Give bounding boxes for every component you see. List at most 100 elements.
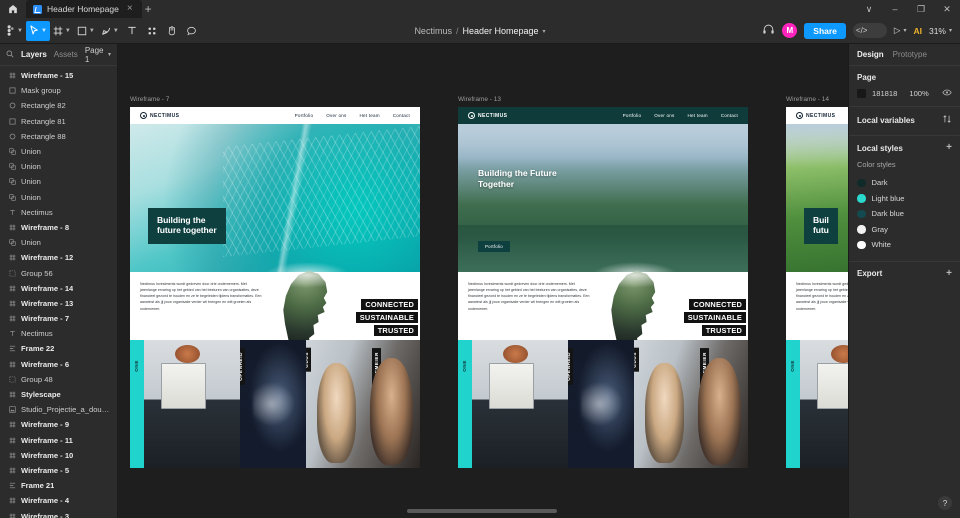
page-color-swatch[interactable] — [857, 89, 866, 98]
ai-button[interactable]: AI — [913, 26, 922, 36]
eye-icon[interactable] — [942, 89, 952, 98]
move-tool[interactable]: ▼ — [26, 21, 50, 41]
site-nav-link[interactable]: Portfolio — [623, 113, 642, 118]
present-button[interactable]: ▷ ▾ — [894, 25, 907, 36]
variables-icon[interactable] — [942, 114, 952, 127]
chevron-down-icon[interactable]: ∨ — [856, 0, 882, 18]
tab-design[interactable]: Design — [857, 50, 884, 59]
layer-row[interactable]: Union — [0, 190, 117, 205]
new-tab-button[interactable]: + — [142, 0, 155, 18]
layer-row[interactable]: Wireframe - 15 — [0, 68, 117, 83]
site-nav-link[interactable]: Het team — [360, 113, 380, 118]
color-style-swatch[interactable] — [857, 179, 866, 188]
layer-row[interactable]: Frame 21 — [0, 478, 117, 493]
layer-row[interactable]: Union — [0, 144, 117, 159]
breadcrumb-file[interactable]: Header Homepage — [462, 26, 538, 36]
hero-cta-button[interactable]: Portfolio — [478, 241, 510, 252]
comment-tool[interactable] — [182, 21, 202, 41]
close-tab-icon[interactable]: × — [124, 4, 136, 14]
layer-row[interactable]: Nectimus — [0, 205, 117, 220]
zoom-control[interactable]: 31% ▾ — [929, 26, 952, 36]
site-nav-link[interactable]: Over ons — [326, 113, 346, 118]
layer-row[interactable]: Group 48 — [0, 372, 117, 387]
tab-prototype[interactable]: Prototype — [893, 50, 927, 59]
search-icon[interactable] — [6, 50, 14, 60]
page-color-opacity[interactable]: 100% — [909, 89, 928, 98]
frame-tool[interactable]: ▼ — [50, 21, 74, 41]
tab-assets[interactable]: Assets — [54, 50, 78, 59]
share-button[interactable]: Share — [804, 23, 846, 39]
canvas-frame[interactable]: Wireframe - 13 NECTIMUS PortfolioOver on… — [458, 96, 748, 468]
layer-row[interactable]: Nectimus — [0, 326, 117, 341]
site-nav-link[interactable]: Contact — [721, 113, 738, 118]
layer-row[interactable]: Wireframe - 14 — [0, 281, 117, 296]
layer-row[interactable]: Stylescape — [0, 387, 117, 402]
site-nav-link[interactable]: Over ons — [654, 113, 674, 118]
components-icon[interactable] — [142, 21, 162, 41]
color-style-swatch[interactable] — [857, 194, 866, 203]
layer-row[interactable]: Rectangle 88 — [0, 129, 117, 144]
layer-row[interactable]: Union — [0, 159, 117, 174]
avatar[interactable]: M — [782, 23, 797, 38]
chevron-down-icon[interactable]: ▾ — [543, 28, 546, 35]
color-style-row[interactable]: Dark — [857, 175, 952, 191]
horizontal-scrollbar-thumb[interactable] — [407, 509, 557, 513]
color-style-row[interactable]: White — [857, 237, 952, 253]
breadcrumb-project[interactable]: Nectimus — [414, 26, 452, 36]
layer-row[interactable]: Rectangle 82 — [0, 98, 117, 113]
layer-row[interactable]: Wireframe - 11 — [0, 433, 117, 448]
close-window-button[interactable]: ✕ — [934, 0, 960, 18]
frame-label[interactable]: Wireframe - 14 — [786, 96, 848, 104]
pen-tool[interactable]: ▼ — [98, 21, 122, 41]
layer-row[interactable]: Mask group — [0, 83, 117, 98]
layer-row[interactable]: Frame 22 — [0, 341, 117, 356]
color-style-swatch[interactable] — [857, 210, 866, 219]
hand-tool[interactable] — [162, 21, 182, 41]
site-nav-link[interactable]: Portfolio — [295, 113, 314, 118]
color-style-row[interactable]: Light blue — [857, 191, 952, 207]
shape-tool[interactable]: ▼ — [74, 21, 98, 41]
headphones-icon[interactable] — [762, 22, 775, 40]
frame-label[interactable]: Wireframe - 7 — [130, 96, 420, 104]
layer-row[interactable]: Wireframe - 8 — [0, 220, 117, 235]
frame-label[interactable]: Wireframe - 13 — [458, 96, 748, 104]
site-nav-link[interactable]: Het team — [688, 113, 708, 118]
layer-row[interactable]: Wireframe - 6 — [0, 357, 117, 372]
horizontal-scrollbar[interactable] — [0, 506, 848, 516]
layer-row[interactable]: Wireframe - 9 — [0, 417, 117, 432]
text-tool[interactable] — [122, 21, 142, 41]
layer-row[interactable]: Studio_Projectie_a_double_exposu... — [0, 402, 117, 417]
design-canvas[interactable]: Wireframe - 7 NECTIMUS PortfolioOver ons… — [118, 44, 848, 518]
tab-layers[interactable]: Layers — [21, 50, 47, 59]
home-icon[interactable] — [0, 0, 26, 18]
canvas-frame[interactable]: Wireframe - 7 NECTIMUS PortfolioOver ons… — [130, 96, 420, 468]
page-color-hex[interactable]: 181818 — [872, 89, 897, 98]
layers-list[interactable]: Wireframe - 15Mask groupRectangle 82Rect… — [0, 66, 117, 518]
maximize-button[interactable]: ❐ — [908, 0, 934, 18]
help-button[interactable]: ? — [938, 496, 952, 510]
layer-row[interactable]: Wireframe - 5 — [0, 463, 117, 478]
add-export-button[interactable]: + — [946, 269, 952, 279]
color-style-row[interactable]: Dark blue — [857, 206, 952, 222]
main-menu-tool[interactable]: ▼ — [3, 21, 26, 41]
color-style-row[interactable]: Gray — [857, 222, 952, 238]
local-variables-section[interactable]: Local variables — [849, 107, 960, 136]
layer-row[interactable]: Group 56 — [0, 265, 117, 280]
dev-mode-toggle[interactable]: </> — [853, 23, 887, 38]
color-style-swatch[interactable] — [857, 225, 866, 234]
canvas-frame[interactable]: Wireframe - 14 NECTIMUS PortfolioOver on… — [786, 96, 848, 468]
site-nav-link[interactable]: Contact — [393, 113, 410, 118]
layer-row[interactable]: Wireframe - 7 — [0, 311, 117, 326]
layer-row[interactable]: Rectangle 81 — [0, 114, 117, 129]
color-style-swatch[interactable] — [857, 241, 866, 250]
minimize-button[interactable]: – — [882, 0, 908, 18]
layer-row[interactable]: Union — [0, 235, 117, 250]
add-style-button[interactable]: + — [946, 143, 952, 153]
layer-row[interactable]: Wireframe - 10 — [0, 448, 117, 463]
export-section[interactable]: Export + — [849, 262, 960, 287]
layer-row[interactable]: Wireframe - 13 — [0, 296, 117, 311]
document-tab[interactable]: Header Homepage × — [26, 0, 142, 18]
layer-row[interactable]: Union — [0, 174, 117, 189]
page-selector[interactable]: Page 1 ▾ — [85, 46, 111, 64]
page-background-row[interactable]: 181818 100% — [857, 89, 952, 98]
